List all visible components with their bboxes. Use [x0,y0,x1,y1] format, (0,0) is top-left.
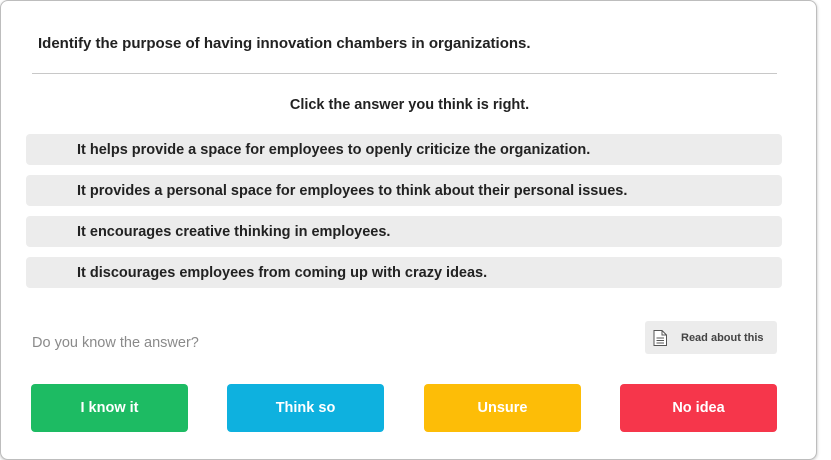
divider [32,73,777,74]
question-card: Identify the purpose of having innovatio… [0,0,817,460]
no-idea-button[interactable]: No idea [620,384,777,432]
answer-option-3[interactable]: It encourages creative thinking in emplo… [26,216,782,247]
i-know-it-button[interactable]: I know it [31,384,188,432]
answer-options: It helps provide a space for employees t… [26,134,782,298]
question-text: Identify the purpose of having innovatio… [38,35,531,52]
think-so-button[interactable]: Think so [227,384,384,432]
read-about-button[interactable]: Read about this [645,321,777,354]
answer-option-1[interactable]: It helps provide a space for employees t… [26,134,782,165]
unsure-button[interactable]: Unsure [424,384,581,432]
confidence-prompt: Do you know the answer? [32,335,199,351]
instruction-text: Click the answer you think is right. [289,97,530,113]
document-icon [653,329,667,346]
answer-option-2[interactable]: It provides a personal space for employe… [26,175,782,206]
answer-option-4[interactable]: It discourages employees from coming up … [26,257,782,288]
read-about-label: Read about this [681,331,764,344]
